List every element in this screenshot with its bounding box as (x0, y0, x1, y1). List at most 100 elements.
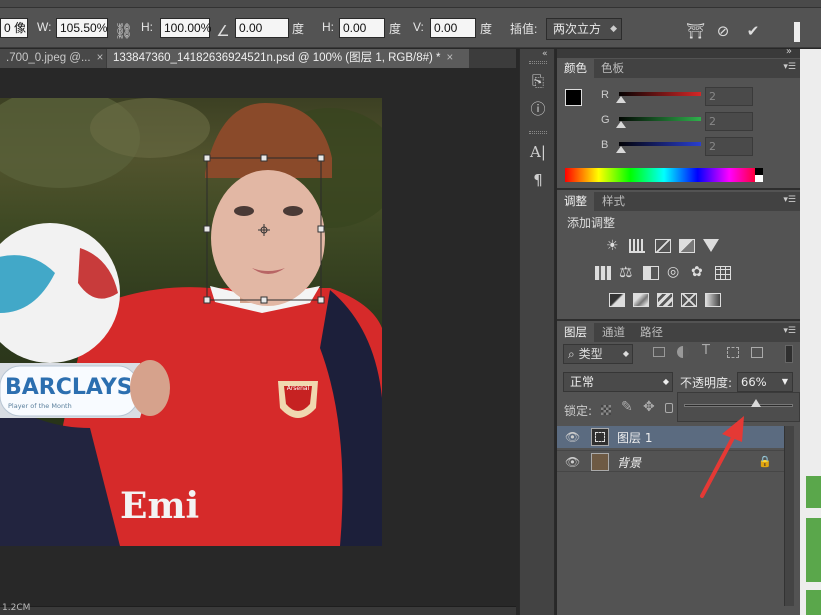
tab-adjustments[interactable]: 调整 (557, 192, 594, 211)
filter-adjustment-icon[interactable] (677, 346, 689, 358)
lock-position-icon[interactable]: ✥ (643, 399, 655, 415)
annotation-arrow (700, 416, 744, 498)
blue-slider[interactable] (619, 142, 701, 146)
tab-swatches[interactable]: 色板 (594, 59, 631, 78)
vskew-label: V: (413, 20, 424, 34)
vibrance-icon[interactable] (703, 239, 719, 252)
layer-name[interactable]: 背景 (617, 454, 641, 471)
layer-filter-select[interactable]: ⌕ 类型 ◆ (563, 344, 633, 364)
color-lookup-icon[interactable] (715, 266, 731, 280)
opacity-field[interactable]: 66% ▼ (737, 372, 793, 392)
selective-color-icon[interactable] (681, 293, 697, 307)
rotate-angle-field[interactable]: 0.00 (235, 18, 289, 38)
info-icon[interactable]: ⓘ (528, 99, 548, 119)
layer-thumbnail[interactable] (591, 428, 609, 446)
document-canvas[interactable]: Arsenal Emi BARCLAYS Player of the Month (0, 98, 382, 546)
photo-filter-icon[interactable]: ◎ (667, 264, 683, 280)
angle-unit: 度 (292, 22, 305, 36)
cancel-transform-icon[interactable]: ⊘ (714, 22, 732, 40)
layers-scrollbar[interactable] (784, 426, 794, 606)
threshold-icon[interactable] (657, 293, 673, 307)
tab-layers[interactable]: 图层 (557, 323, 594, 342)
lock-transparency-icon[interactable] (601, 405, 611, 415)
blend-mode-select[interactable]: 正常 ◆ (563, 372, 673, 392)
panel-menu-icon[interactable]: ▾☰ (783, 62, 796, 72)
color-ramp-white[interactable] (755, 175, 763, 182)
red-slider[interactable] (619, 92, 701, 96)
foreground-color-swatch[interactable] (565, 89, 582, 106)
green-value-field[interactable]: 2 (705, 112, 753, 131)
tab-paths[interactable]: 路径 (633, 323, 670, 342)
tab-styles[interactable]: 样式 (595, 192, 632, 211)
curves-icon[interactable] (655, 239, 671, 253)
height-label: H: (141, 20, 153, 34)
filter-smart-object-icon[interactable] (751, 347, 763, 358)
invert-icon[interactable] (609, 293, 625, 307)
width-field[interactable]: 105.50% (56, 18, 108, 38)
height-field[interactable]: 100.00% (160, 18, 211, 38)
document-tab-jpeg[interactable]: .700_0.jpeg @... × (0, 49, 106, 68)
tab-channels[interactable]: 通道 (595, 323, 632, 342)
visibility-eye-icon[interactable]: 👁 (565, 430, 580, 444)
red-slider-thumb[interactable] (616, 96, 626, 103)
link-icon[interactable]: ⛓ (114, 22, 133, 40)
color-ramp[interactable] (565, 168, 763, 182)
grip-icon[interactable] (529, 131, 547, 134)
visibility-eye-icon[interactable]: 👁 (565, 455, 580, 469)
levels-icon[interactable] (629, 239, 645, 253)
layer-thumbnail[interactable] (591, 453, 609, 471)
blue-value-field[interactable]: 2 (705, 137, 753, 156)
status-bar: 1.2CM (0, 603, 516, 615)
black-white-icon[interactable] (643, 266, 659, 280)
hue-saturation-icon[interactable] (595, 266, 611, 280)
green-slider-thumb[interactable] (616, 121, 626, 128)
panel-menu-icon[interactable]: ▾☰ (783, 195, 796, 205)
close-icon[interactable]: × (97, 49, 104, 68)
exposure-icon[interactable] (679, 239, 695, 253)
tab-color[interactable]: 颜色 (557, 59, 594, 78)
channel-mixer-icon[interactable]: ✿ (691, 264, 707, 280)
chevron-updown-icon: ◆ (610, 24, 617, 34)
green-slider[interactable] (619, 117, 701, 121)
document-tab-psd[interactable]: 133847360_14182636924521n.psd @ 100% (图层… (107, 49, 469, 68)
filter-toggle[interactable] (785, 345, 793, 363)
panel-menu-icon[interactable]: ▾☰ (783, 326, 796, 336)
paragraph-icon[interactable]: ¶ (528, 170, 548, 190)
layer-name[interactable]: 图层 1 (617, 429, 652, 446)
chevron-updown-icon: ◆ (622, 349, 629, 358)
vskew-field[interactable]: 0.00 (430, 18, 476, 38)
red-value-field[interactable]: 2 (705, 87, 753, 106)
close-icon[interactable]: × (447, 49, 454, 68)
blue-slider-thumb[interactable] (616, 146, 626, 153)
color-ramp-black[interactable] (755, 168, 763, 175)
layer-filter-value: 类型 (578, 347, 603, 361)
x-position-field[interactable]: 0 像 (0, 18, 28, 38)
chevron-updown-icon: ◆ (662, 377, 669, 386)
lock-all-icon[interactable] (665, 403, 673, 413)
blue-label: B (601, 139, 609, 151)
posterize-icon[interactable] (633, 293, 649, 307)
gradient-map-icon[interactable] (705, 293, 721, 307)
opacity-slider-thumb[interactable] (750, 399, 761, 407)
photo-illustration: Arsenal Emi BARCLAYS Player of the Month (0, 98, 382, 546)
interpolation-select[interactable]: 两次立方 ◆ (546, 18, 622, 40)
adjustments-panel-tabs: 调整 样式 ▾☰ (557, 192, 800, 211)
document-tab-label: .700_0.jpeg @... (6, 52, 91, 64)
character-icon[interactable]: A| (528, 142, 548, 162)
color-panel: 颜色 色板 ▾☰ R 2 G 2 B 2 (557, 59, 800, 190)
filter-shape-icon[interactable] (727, 347, 739, 358)
filter-pixel-icon[interactable] (653, 347, 665, 357)
color-balance-icon[interactable]: ⚖ (619, 264, 635, 280)
brightness-contrast-icon[interactable]: ☀ (606, 239, 622, 253)
lock-pixels-icon[interactable]: ✎ (621, 399, 633, 415)
collapse-arrows-icon[interactable]: « (542, 49, 548, 59)
hskew-field[interactable]: 0.00 (339, 18, 385, 38)
chevron-down-icon[interactable]: ▼ (782, 373, 788, 391)
opacity-slider-track[interactable] (684, 404, 793, 407)
filter-type-icon[interactable]: T (702, 343, 710, 358)
history-icon[interactable]: ⎘ (528, 71, 548, 91)
warp-mode-icon[interactable]: ⛩ (686, 22, 705, 40)
collapse-arrows-icon[interactable]: » (786, 46, 792, 57)
grip-icon[interactable] (529, 61, 547, 64)
commit-transform-icon[interactable]: ✔ (744, 22, 762, 40)
